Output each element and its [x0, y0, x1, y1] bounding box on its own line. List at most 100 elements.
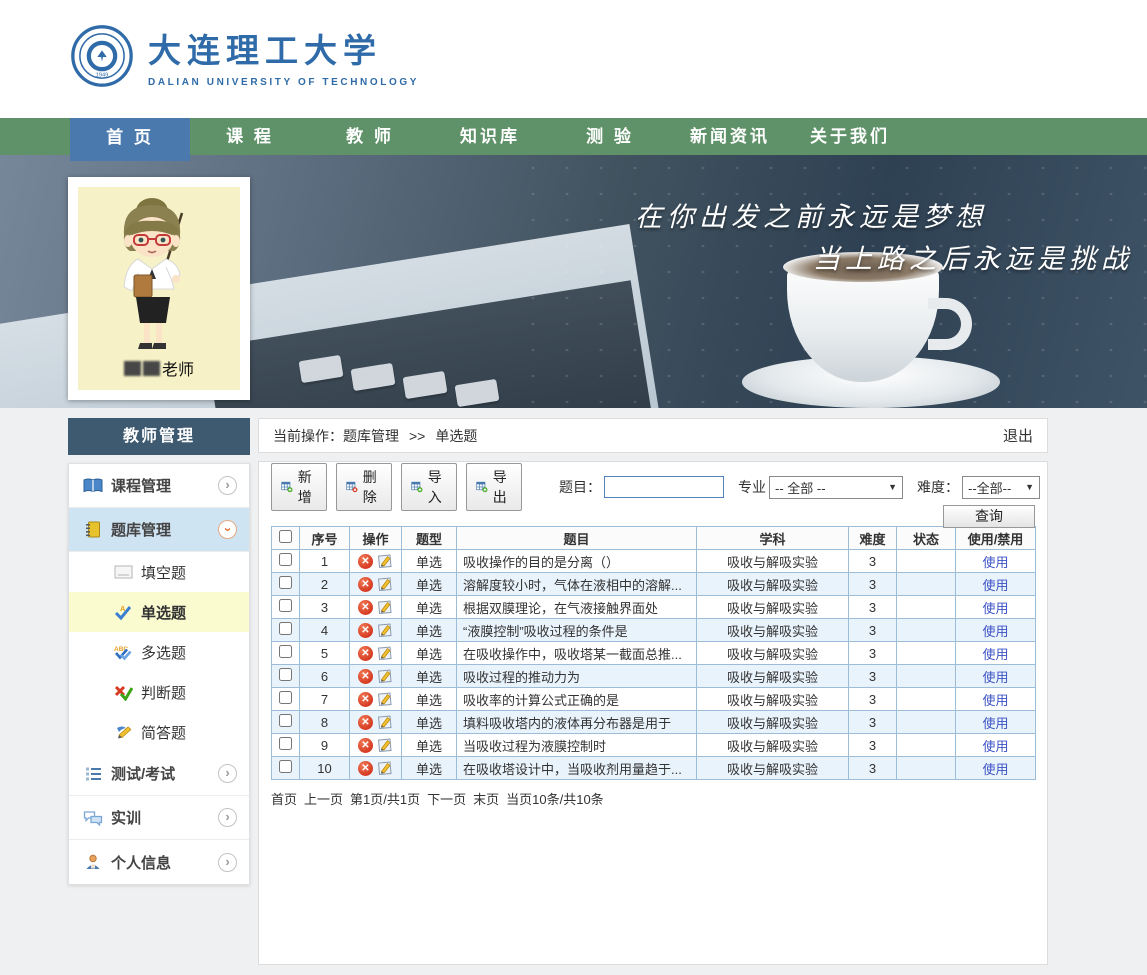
edit-icon[interactable]	[377, 691, 393, 707]
row-checkbox[interactable]	[279, 714, 292, 727]
table-row: 1 ✕ 单选 吸收操作的目的是分离（） 吸收与解吸实验 3 使用	[272, 550, 1036, 573]
delete-icon[interactable]: ✕	[358, 600, 373, 615]
edit-icon[interactable]	[377, 599, 393, 615]
row-checkbox[interactable]	[279, 668, 292, 681]
use-toggle-link[interactable]: 使用	[982, 578, 1008, 593]
major-select[interactable]: -- 全部 -- ▼	[769, 476, 903, 499]
add-button[interactable]: 新增	[271, 463, 327, 511]
use-toggle-link[interactable]: 使用	[982, 693, 1008, 708]
edit-icon[interactable]	[377, 622, 393, 638]
row-checkbox[interactable]	[279, 737, 292, 750]
profile-person-icon	[81, 854, 105, 870]
delete-icon[interactable]: ✕	[358, 623, 373, 638]
sidebar-item[interactable]: 实训 ›	[69, 796, 249, 840]
sidebar-subitem[interactable]: 简答题	[69, 712, 249, 752]
row-checkbox[interactable]	[279, 645, 292, 658]
row-checkbox[interactable]	[279, 691, 292, 704]
delete-icon[interactable]: ✕	[358, 692, 373, 707]
select-all-checkbox[interactable]	[279, 530, 292, 543]
row-checkbox[interactable]	[279, 599, 292, 612]
row-difficulty: 3	[849, 550, 897, 573]
row-checkbox[interactable]	[279, 760, 292, 773]
row-subject: 吸收与解吸实验	[697, 711, 849, 734]
nav-item[interactable]: 新闻资讯	[670, 118, 790, 155]
use-toggle-link[interactable]: 使用	[982, 716, 1008, 731]
sidebar-item[interactable]: 题库管理 ›	[69, 508, 249, 552]
edit-icon[interactable]	[377, 737, 393, 753]
delete-icon[interactable]: ✕	[358, 669, 373, 684]
nav-item[interactable]: 首 页	[70, 118, 190, 161]
edit-icon[interactable]	[377, 760, 393, 776]
nav-item[interactable]: 测 验	[550, 118, 670, 155]
question-table: 序号 操作 题型 题目 学科 难度 状态 使用/禁用 1 ✕	[271, 526, 1036, 780]
sidebar-subitem[interactable]: 填空题	[69, 552, 249, 592]
university-seal-icon: 1949	[70, 24, 134, 88]
import-button[interactable]: 导入	[401, 463, 457, 511]
col-header-actions: 操作	[350, 527, 402, 550]
banner-quote-line2: 当上路之后永远是挑战	[813, 237, 1133, 276]
short-answer-icon	[111, 725, 135, 740]
row-checkbox[interactable]	[279, 576, 292, 589]
edit-icon[interactable]	[377, 576, 393, 592]
delete-icon[interactable]: ✕	[358, 761, 373, 776]
row-status	[897, 757, 956, 780]
edit-icon[interactable]	[377, 645, 393, 661]
teacher-cartoon-avatar	[94, 193, 224, 358]
use-toggle-link[interactable]: 使用	[982, 601, 1008, 616]
banner-quote-line1: 在你出发之前永远是梦想	[635, 195, 987, 234]
sidebar-item[interactable]: 个人信息 ›	[69, 840, 249, 884]
delete-icon[interactable]: ✕	[358, 715, 373, 730]
edit-icon[interactable]	[377, 553, 393, 569]
export-button[interactable]: 导出	[466, 463, 522, 511]
use-toggle-link[interactable]: 使用	[982, 647, 1008, 662]
pagination-next[interactable]: 下一页	[427, 789, 466, 808]
teacher-avatar-card: 老师	[68, 177, 250, 400]
row-checkbox[interactable]	[279, 622, 292, 635]
nav-item[interactable]: 关于我们	[790, 118, 910, 155]
sidebar-subitem[interactable]: ABC 多选题	[69, 632, 249, 672]
judge-icon	[111, 684, 135, 701]
nav-item[interactable]: 课 程	[190, 118, 310, 155]
row-status	[897, 665, 956, 688]
row-difficulty: 3	[849, 734, 897, 757]
nav-items: 首 页课 程教 师知识库测 验新闻资讯关于我们	[70, 118, 1147, 161]
pagination-last[interactable]: 末页	[473, 789, 499, 808]
sidebar-item[interactable]: 测试/考试 ›	[69, 752, 249, 796]
delete-icon[interactable]: ✕	[358, 738, 373, 753]
difficulty-select[interactable]: --全部-- ▼	[962, 476, 1040, 499]
row-no: 9	[300, 734, 350, 757]
row-checkbox[interactable]	[279, 553, 292, 566]
pagination-info: 第1页/共1页	[350, 789, 420, 808]
query-button[interactable]: 查询	[943, 505, 1035, 528]
row-type: 单选	[402, 711, 457, 734]
nav-item[interactable]: 知识库	[430, 118, 550, 155]
delete-icon[interactable]: ✕	[358, 554, 373, 569]
use-toggle-link[interactable]: 使用	[982, 555, 1008, 570]
title-search-input[interactable]	[604, 476, 724, 498]
row-subject: 吸收与解吸实验	[697, 550, 849, 573]
university-name-en: DALIAN UNIVERSITY OF TECHNOLOGY	[148, 77, 419, 88]
row-status	[897, 711, 956, 734]
logout-link[interactable]: 退出	[1003, 425, 1033, 446]
breadcrumb-page[interactable]: 单选题	[435, 426, 477, 446]
use-toggle-link[interactable]: 使用	[982, 624, 1008, 639]
use-toggle-link[interactable]: 使用	[982, 762, 1008, 777]
delete-icon[interactable]: ✕	[358, 646, 373, 661]
single-choice-icon: A	[111, 604, 135, 621]
sidebar-item[interactable]: 课程管理 ›	[69, 464, 249, 508]
edit-icon[interactable]	[377, 714, 393, 730]
use-toggle-link[interactable]: 使用	[982, 739, 1008, 754]
sidebar-subitem[interactable]: A 单选题	[69, 592, 249, 632]
delete-button[interactable]: 删除	[336, 463, 392, 511]
sidebar-subitem[interactable]: 判断题	[69, 672, 249, 712]
sidebar: 教师管理 课程管理 › 题库管理 › 填空题 A 单选题 ABC 多选题 判断题…	[68, 418, 250, 885]
delete-icon[interactable]: ✕	[358, 577, 373, 592]
use-toggle-link[interactable]: 使用	[982, 670, 1008, 685]
edit-icon[interactable]	[377, 668, 393, 684]
pagination-first[interactable]: 首页	[271, 789, 297, 808]
nav-item[interactable]: 教 师	[310, 118, 430, 155]
pagination-prev[interactable]: 上一页	[304, 789, 343, 808]
breadcrumb-module[interactable]: 题库管理	[343, 426, 399, 446]
course-book-icon	[81, 478, 105, 494]
row-status	[897, 619, 956, 642]
